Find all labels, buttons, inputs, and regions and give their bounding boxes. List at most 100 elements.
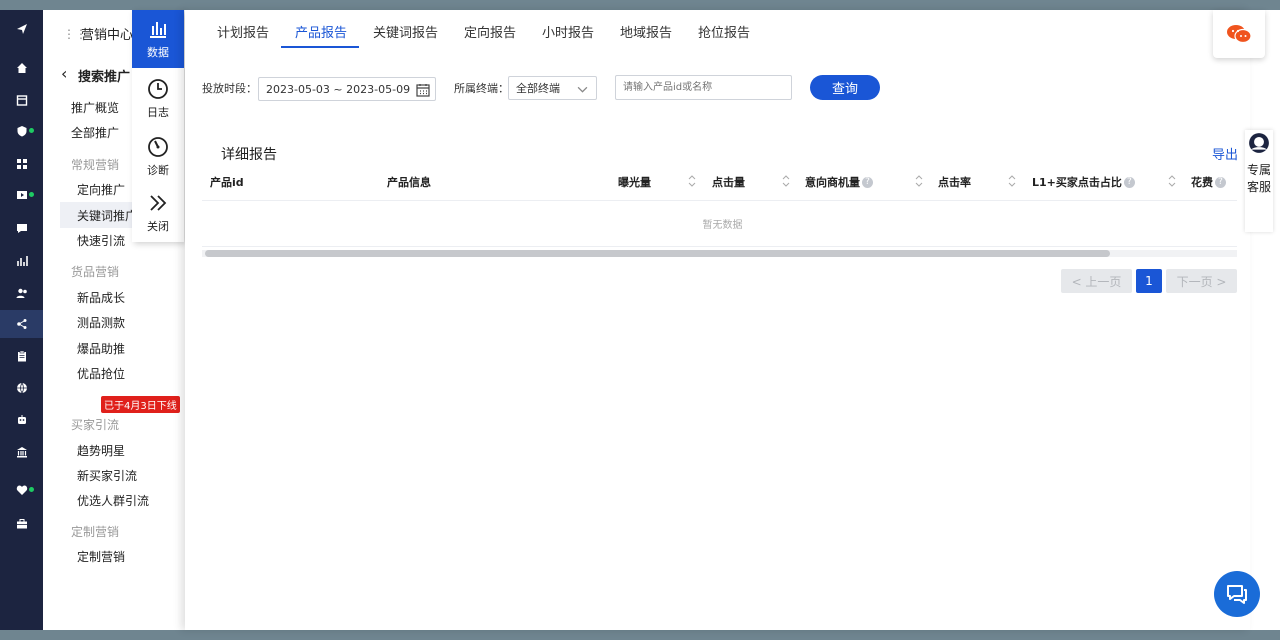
subnav-item-fast[interactable]: 快速引流 bbox=[77, 232, 125, 249]
sidebar-apps-button[interactable] bbox=[0, 150, 43, 178]
subnav-item-custom[interactable]: 定制营销 bbox=[77, 548, 125, 565]
customer-service-label: 专属客服 bbox=[1246, 163, 1271, 194]
column-header-intent-leads[interactable]: 意向商机量? bbox=[805, 174, 873, 190]
sidebar-message-button[interactable] bbox=[0, 214, 43, 242]
bar-chart-icon bbox=[16, 256, 28, 266]
table-header-divider bbox=[202, 200, 1237, 201]
offline-badge: 已于4月3日下线 bbox=[101, 396, 180, 413]
export-link[interactable]: 导出 bbox=[1212, 144, 1238, 163]
column-header-product-id: 产品id bbox=[210, 174, 244, 190]
mode-tab-close[interactable]: 关闭 bbox=[132, 184, 184, 242]
sort-icon[interactable] bbox=[688, 174, 696, 188]
tab-keyword-report[interactable]: 关键词报告 bbox=[373, 22, 438, 41]
sidebar-robot-button[interactable] bbox=[0, 406, 43, 434]
tab-targeting-report[interactable]: 定向报告 bbox=[464, 22, 516, 41]
subnav-back-label[interactable]: 搜索推广 bbox=[78, 66, 130, 85]
tab-hourly-report[interactable]: 小时报告 bbox=[542, 22, 594, 41]
column-header-clicks[interactable]: 点击量 bbox=[712, 174, 745, 190]
sidebar-clipboard-button[interactable] bbox=[0, 342, 43, 370]
video-icon bbox=[16, 191, 27, 199]
next-page-button[interactable]: 下一页 > bbox=[1166, 269, 1237, 293]
sidebar-users-button[interactable] bbox=[0, 279, 43, 307]
subnav-item-all[interactable]: 全部推广 bbox=[71, 124, 119, 141]
detail-report-title: 详细报告 bbox=[221, 147, 277, 163]
heart-icon bbox=[16, 485, 27, 495]
briefcase-icon bbox=[16, 519, 27, 529]
subnav-item-keyword[interactable]: 关键词推广 bbox=[77, 207, 137, 224]
subnav-group-regular: 常规营销 bbox=[71, 158, 120, 172]
column-label: L1+买家点击占比 bbox=[1032, 176, 1122, 189]
subnav-item-targeting[interactable]: 定向推广 bbox=[77, 181, 125, 198]
marketing-icon bbox=[16, 319, 26, 329]
sidebar-shield-button[interactable] bbox=[0, 117, 43, 145]
sort-icon[interactable] bbox=[915, 174, 923, 188]
help-icon[interactable]: ? bbox=[1215, 176, 1226, 188]
wechat-button[interactable] bbox=[1213, 10, 1265, 58]
subnav-item-new-buyer[interactable]: 新买家引流 bbox=[77, 467, 137, 484]
column-header-ctr[interactable]: 点击率 bbox=[938, 174, 971, 190]
sort-icon[interactable] bbox=[782, 174, 790, 188]
sort-icon[interactable] bbox=[1168, 174, 1176, 188]
column-header-product-info: 产品信息 bbox=[387, 174, 431, 190]
mode-tab-data[interactable]: 数据 bbox=[132, 10, 184, 68]
mode-tab-diagnose[interactable]: 诊断 bbox=[132, 128, 184, 186]
subnav-item-hot[interactable]: 爆品助推 bbox=[77, 340, 125, 357]
help-icon[interactable]: ? bbox=[1123, 176, 1135, 188]
service-avatar-icon bbox=[1249, 133, 1269, 153]
column-label: 产品id bbox=[210, 176, 244, 189]
subnav-item-crowd[interactable]: 优选人群引流 bbox=[77, 492, 149, 509]
help-icon[interactable]: ? bbox=[862, 176, 873, 188]
table-bottom-divider bbox=[202, 246, 1237, 247]
chevron-down-icon bbox=[577, 86, 588, 93]
message-icon bbox=[16, 224, 27, 233]
column-label: 花费 bbox=[1191, 176, 1213, 189]
subnav-item-premium[interactable]: 优品抢位 bbox=[77, 365, 125, 382]
subnav-item-overview[interactable]: 推广概览 bbox=[71, 99, 119, 116]
robot-icon bbox=[17, 415, 26, 424]
subnav-item-trend[interactable]: 趋势明星 bbox=[77, 442, 125, 459]
tab-region-report[interactable]: 地域报告 bbox=[620, 22, 672, 41]
subnav-title: 营销中心 bbox=[81, 28, 134, 43]
mode-tab-label: 诊断 bbox=[147, 164, 169, 177]
query-button[interactable]: 查询 bbox=[810, 75, 880, 100]
chat-button[interactable] bbox=[1214, 571, 1260, 617]
subnav-item-test[interactable]: 测品测款 bbox=[77, 314, 125, 331]
column-label: 点击量 bbox=[712, 176, 745, 189]
sidebar-store-button[interactable] bbox=[0, 86, 43, 114]
tab-product-report[interactable]: 产品报告 bbox=[295, 22, 347, 41]
sidebar-bank-button[interactable] bbox=[0, 438, 43, 466]
sort-icon[interactable] bbox=[1008, 174, 1016, 188]
prev-page-button[interactable]: < 上一页 bbox=[1061, 269, 1132, 293]
sidebar-home-button[interactable] bbox=[0, 54, 43, 82]
subnav-item-new-growth[interactable]: 新品成长 bbox=[77, 289, 125, 306]
users-icon bbox=[16, 288, 27, 298]
mode-tab-panel: 数据 日志 诊断 关闭 bbox=[132, 10, 184, 242]
product-search-input[interactable] bbox=[615, 75, 792, 100]
double-chevron-right-icon bbox=[150, 195, 167, 211]
send-icon bbox=[16, 24, 27, 34]
sidebar-video-button[interactable] bbox=[0, 181, 43, 209]
customer-service-tab[interactable]: 专属客服 bbox=[1245, 130, 1273, 232]
sidebar-globe-button[interactable] bbox=[0, 374, 43, 402]
store-icon bbox=[16, 95, 27, 106]
mode-tab-log[interactable]: 日志 bbox=[132, 70, 184, 128]
date-range-picker[interactable]: 2023-05-03 ~ 2023-05-09 bbox=[258, 77, 436, 101]
terminal-label: 所属终端： bbox=[454, 82, 509, 95]
sidebar-send-button[interactable] bbox=[0, 15, 43, 43]
sidebar-bar-chart-button[interactable] bbox=[0, 247, 43, 275]
clipboard-icon bbox=[17, 350, 26, 362]
sidebar-marketing-button[interactable] bbox=[0, 310, 43, 338]
sidebar-briefcase-button[interactable] bbox=[0, 510, 43, 538]
column-header-impressions[interactable]: 曝光量 bbox=[618, 174, 651, 190]
sidebar-heart-button[interactable] bbox=[0, 476, 43, 504]
report-main: 计划报告 产品报告 关键词报告 定向报告 小时报告 地域报告 抢位报告 投放时段… bbox=[185, 10, 1250, 630]
horizontal-scrollbar-thumb[interactable] bbox=[205, 250, 1110, 257]
tab-plan-report[interactable]: 计划报告 bbox=[217, 22, 269, 41]
column-header-cost[interactable]: 花费? bbox=[1191, 174, 1226, 190]
column-header-l1-buyer-click-ratio[interactable]: L1+买家点击占比? bbox=[1032, 174, 1135, 190]
subnav-group-goods: 货品营销 bbox=[71, 265, 120, 279]
terminal-select[interactable]: 全部终端 bbox=[508, 76, 597, 100]
back-chevron-icon[interactable]: ‹ bbox=[61, 64, 67, 83]
tab-bidding-report[interactable]: 抢位报告 bbox=[698, 22, 750, 41]
page-number-button[interactable]: 1 bbox=[1136, 269, 1162, 293]
